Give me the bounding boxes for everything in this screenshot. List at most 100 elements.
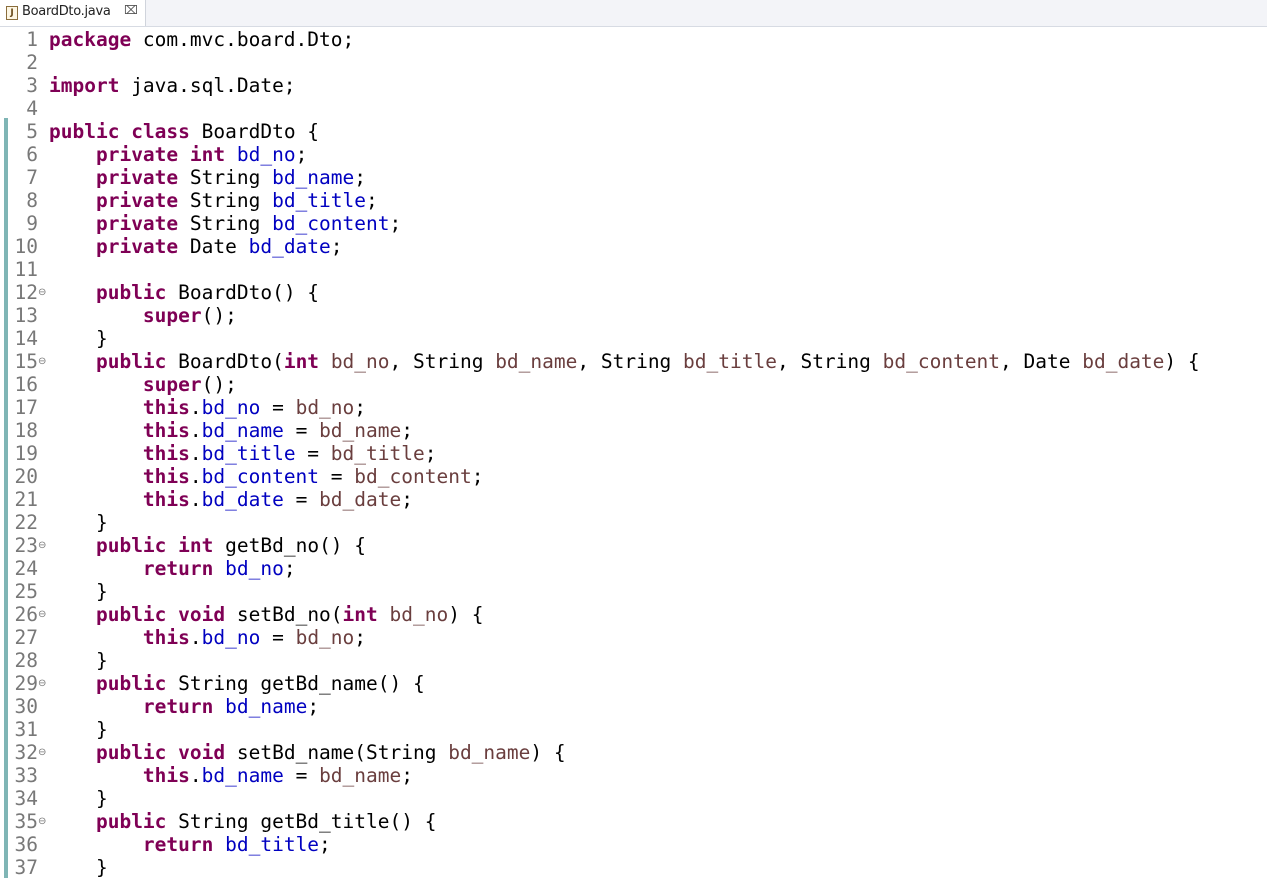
code-text: public void setBd_name(String bd_name) { (95, 741, 566, 764)
line-number: 4 (26, 97, 38, 120)
code-text: this.bd_name = bd_name; (142, 764, 413, 787)
code-line[interactable]: 1 package com.mvc.board.Dto; (0, 28, 1267, 51)
code-line[interactable]: 33 this.bd_name = bd_name; (0, 764, 1267, 787)
code-text: } (49, 718, 108, 741)
code-line[interactable]: 37 } (0, 856, 1267, 879)
code-line[interactable]: 15 ⊖ public BoardDto(int bd_no, String bd… (0, 350, 1267, 373)
line-number: 28 (14, 649, 38, 672)
code-text: public BoardDto() { (95, 281, 320, 304)
code-line[interactable]: 12 ⊖ public BoardDto() { (0, 281, 1267, 304)
code-line[interactable]: 28 } (0, 649, 1267, 672)
code-text: this.bd_date = bd_date; (142, 488, 413, 511)
code-line[interactable]: 23 ⊖ public int getBd_no() { (0, 534, 1267, 557)
line-number: 31 (14, 718, 38, 741)
line-number: 33 (14, 764, 38, 787)
code-text: return bd_name; (142, 695, 320, 718)
fold-collapse-icon[interactable]: ⊖ (38, 741, 46, 764)
fold-collapse-icon[interactable]: ⊖ (38, 603, 46, 626)
line-number: 2 (26, 51, 38, 74)
code-line[interactable]: 14 } (0, 327, 1267, 350)
code-line[interactable]: 9 private String bd_content; (0, 212, 1267, 235)
line-number: 1 (26, 28, 38, 51)
fold-collapse-icon[interactable]: ⊖ (38, 281, 46, 304)
code-text: this.bd_name = bd_name; (142, 419, 413, 442)
line-number: 23 (14, 534, 38, 557)
line-number: 9 (26, 212, 38, 235)
fold-collapse-icon[interactable]: ⊖ (38, 534, 46, 557)
line-number: 17 (14, 396, 38, 419)
code-line[interactable]: 10 private Date bd_date; (0, 235, 1267, 258)
code-text: public BoardDto(int bd_no, String bd_nam… (95, 350, 1200, 373)
code-text: private int bd_no; (95, 143, 308, 166)
code-line[interactable]: 22 } (0, 511, 1267, 534)
code-line[interactable]: 29 ⊖ public String getBd_name() { (0, 672, 1267, 695)
code-editor[interactable]: 1 package com.mvc.board.Dto; 2 3 import java… (0, 28, 1267, 879)
code-text: public String getBd_title() { (95, 810, 437, 833)
code-text: } (49, 856, 108, 879)
line-number: 36 (14, 833, 38, 856)
editor-tab-boarddto[interactable]: J BoardDto.java ⌧ (0, 0, 146, 26)
code-text: } (49, 649, 108, 672)
code-line[interactable]: 2 (0, 51, 1267, 74)
code-line[interactable]: 8 private String bd_title; (0, 189, 1267, 212)
code-line[interactable]: 19 this.bd_title = bd_title; (0, 442, 1267, 465)
code-text: this.bd_no = bd_no; (142, 396, 367, 419)
line-number: 14 (14, 327, 38, 350)
code-line[interactable]: 26 ⊖ public void setBd_no(int bd_no) { (0, 603, 1267, 626)
code-text: } (49, 511, 108, 534)
code-line[interactable]: 31 } (0, 718, 1267, 741)
code-text: } (49, 327, 108, 350)
code-line[interactable]: 24 return bd_no; (0, 557, 1267, 580)
code-line[interactable]: 16 super(); (0, 373, 1267, 396)
code-text: this.bd_title = bd_title; (142, 442, 437, 465)
editor-tab-bar: J BoardDto.java ⌧ (0, 0, 1267, 27)
line-number: 16 (14, 373, 38, 396)
line-number: 5 (26, 120, 38, 143)
line-number: 27 (14, 626, 38, 649)
line-number: 21 (14, 488, 38, 511)
fold-collapse-icon[interactable]: ⊖ (38, 350, 46, 373)
code-line[interactable]: 11 (0, 258, 1267, 281)
code-line[interactable]: 25 } (0, 580, 1267, 603)
code-line[interactable]: 32 ⊖ public void setBd_name(String bd_nam… (0, 741, 1267, 764)
code-text: } (49, 580, 108, 603)
code-text: public void setBd_no(int bd_no) { (95, 603, 484, 626)
line-number: 3 (26, 74, 38, 97)
code-text: this.bd_no = bd_no; (142, 626, 367, 649)
line-number: 29 (14, 672, 38, 695)
code-line[interactable]: 5 public class BoardDto { (0, 120, 1267, 143)
code-line[interactable]: 21 this.bd_date = bd_date; (0, 488, 1267, 511)
line-number: 34 (14, 787, 38, 810)
line-number: 32 (14, 741, 38, 764)
code-text: public String getBd_name() { (95, 672, 425, 695)
code-text: private String bd_name; (95, 166, 367, 189)
line-number: 25 (14, 580, 38, 603)
line-number: 13 (14, 304, 38, 327)
code-text: super(); (142, 304, 237, 327)
code-line[interactable]: 3 import java.sql.Date; (0, 74, 1267, 97)
line-number: 19 (14, 442, 38, 465)
code-line[interactable]: 13 super(); (0, 304, 1267, 327)
code-line[interactable]: 27 this.bd_no = bd_no; (0, 626, 1267, 649)
code-text: package com.mvc.board.Dto; (49, 28, 355, 51)
fold-collapse-icon[interactable]: ⊖ (38, 810, 46, 833)
code-line[interactable]: 18 this.bd_name = bd_name; (0, 419, 1267, 442)
code-text: return bd_no; (142, 557, 296, 580)
code-line[interactable]: 4 (0, 97, 1267, 120)
code-text: import java.sql.Date; (49, 74, 296, 97)
fold-collapse-icon[interactable]: ⊖ (38, 672, 46, 695)
line-number: 15 (14, 350, 38, 373)
line-number: 20 (14, 465, 38, 488)
line-number: 10 (14, 235, 38, 258)
code-line[interactable]: 36 return bd_title; (0, 833, 1267, 856)
code-line[interactable]: 20 this.bd_content = bd_content; (0, 465, 1267, 488)
code-line[interactable]: 35 ⊖ public String getBd_title() { (0, 810, 1267, 833)
code-line[interactable]: 6 private int bd_no; (0, 143, 1267, 166)
code-line[interactable]: 7 private String bd_name; (0, 166, 1267, 189)
close-icon[interactable]: ⌧ (124, 3, 138, 17)
code-line[interactable]: 17 this.bd_no = bd_no; (0, 396, 1267, 419)
line-number: 35 (14, 810, 38, 833)
line-number: 30 (14, 695, 38, 718)
code-line[interactable]: 34 } (0, 787, 1267, 810)
code-line[interactable]: 30 return bd_name; (0, 695, 1267, 718)
